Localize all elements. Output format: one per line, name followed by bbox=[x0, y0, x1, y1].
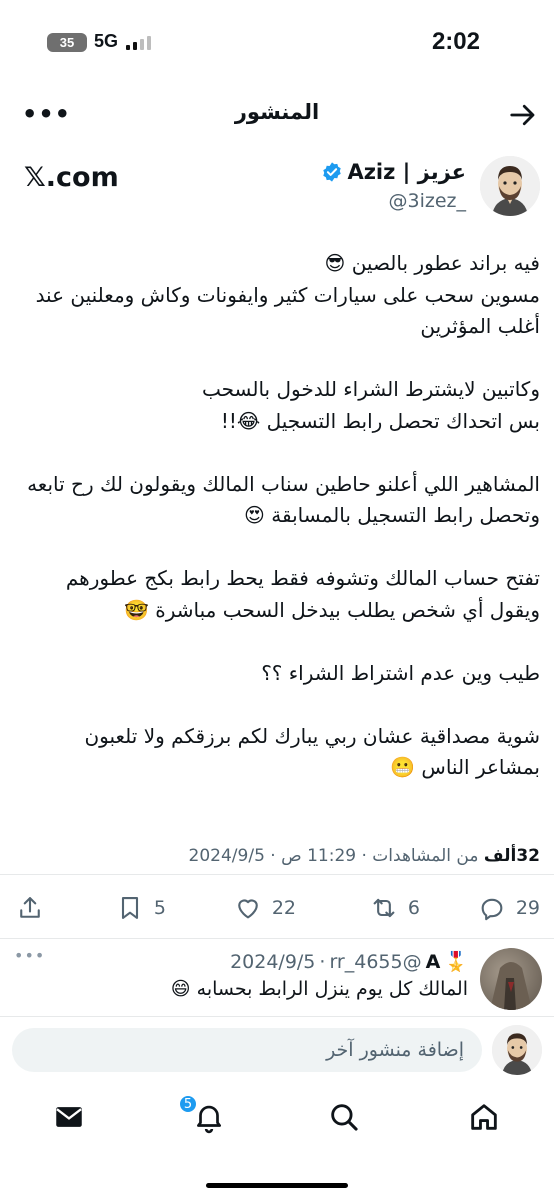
clock: 2:02 bbox=[431, 28, 480, 55]
like-count: 22 bbox=[271, 897, 296, 919]
reply-avatar[interactable] bbox=[480, 948, 542, 1010]
like-button[interactable]: 22 bbox=[234, 894, 296, 922]
signal-icon bbox=[126, 36, 151, 50]
post-text: فيه براند عطور بالصين 😎 مسوين سحب على سي… bbox=[27, 251, 540, 779]
divider bbox=[0, 938, 554, 939]
page-title: المنشور bbox=[234, 100, 320, 124]
post-meta: 32ألف من المشاهدات · 11:29 ص · 2024/9/5 bbox=[189, 846, 540, 866]
medal-icon: 🎖️ bbox=[444, 951, 468, 973]
compose-bar: إضافة منشور آخر bbox=[0, 1022, 554, 1078]
messages-icon[interactable] bbox=[52, 1100, 86, 1134]
home-icon[interactable] bbox=[467, 1100, 501, 1134]
avatar[interactable] bbox=[492, 1025, 542, 1075]
post-header: ••• المنشور bbox=[0, 90, 554, 140]
reply-date: 2024/9/5 bbox=[230, 950, 316, 973]
reply-author-name[interactable]: A bbox=[426, 951, 441, 973]
reply-text: المالك كل يوم ينزل الرابط بحسابه 😄 bbox=[170, 978, 468, 1000]
views-count: 32ألف bbox=[483, 846, 540, 866]
reply-count: 29 bbox=[515, 897, 540, 919]
bookmark-icon bbox=[121, 897, 138, 919]
repost-count: 6 bbox=[407, 897, 420, 919]
repost-button[interactable]: 6 bbox=[370, 894, 420, 922]
share-icon bbox=[20, 897, 40, 918]
meta-separator: · bbox=[270, 846, 276, 866]
notification-badge: 5 bbox=[178, 1094, 198, 1114]
views-label: من المشاهدات bbox=[372, 846, 479, 866]
reply-icon bbox=[481, 898, 503, 921]
reply-item[interactable]: ••• 🎖️ A @rr_4655 · 2024/9/5 المالك كل ي… bbox=[0, 940, 554, 1016]
meta-separator: · bbox=[361, 846, 367, 866]
author-handle[interactable]: @3izez_ bbox=[388, 190, 466, 212]
home-indicator bbox=[206, 1183, 348, 1188]
verified-badge-icon bbox=[323, 162, 342, 182]
arrow-right-icon[interactable] bbox=[508, 100, 538, 130]
x-logo: 𝕏.com bbox=[24, 162, 119, 193]
network-type: 5G bbox=[94, 31, 119, 51]
reply-header: 🎖️ A @rr_4655 · 2024/9/5 bbox=[230, 950, 468, 974]
divider bbox=[0, 1016, 554, 1017]
author-row: 𝕏.com عزيز | Aziz @3izez_ bbox=[0, 150, 554, 222]
share-button[interactable] bbox=[16, 894, 44, 922]
avatar[interactable] bbox=[480, 156, 540, 216]
meta-separator: · bbox=[319, 950, 326, 973]
reply-handle[interactable]: @rr_4655 bbox=[329, 951, 421, 973]
action-bar: 29 6 22 5 bbox=[0, 880, 554, 936]
author-name[interactable]: عزيز | Aziz bbox=[321, 160, 466, 184]
bottom-tab-bar: 5 bbox=[0, 1086, 554, 1148]
compose-input[interactable]: إضافة منشور آخر bbox=[12, 1028, 482, 1072]
search-icon[interactable] bbox=[327, 1100, 361, 1134]
reply-button[interactable]: 29 bbox=[478, 894, 540, 922]
status-bar: 35 5G 2:02 bbox=[0, 0, 554, 86]
battery-indicator: 35 bbox=[47, 33, 87, 52]
heart-icon bbox=[238, 899, 258, 919]
divider bbox=[0, 874, 554, 875]
post-time: 11:29 ص bbox=[281, 846, 357, 866]
more-horizontal-icon[interactable]: ••• bbox=[14, 946, 45, 965]
post-date: 2024/9/5 bbox=[188, 846, 265, 866]
repost-icon bbox=[373, 898, 395, 918]
bookmark-button[interactable]: 5 bbox=[116, 894, 166, 922]
bookmark-count: 5 bbox=[153, 897, 166, 919]
